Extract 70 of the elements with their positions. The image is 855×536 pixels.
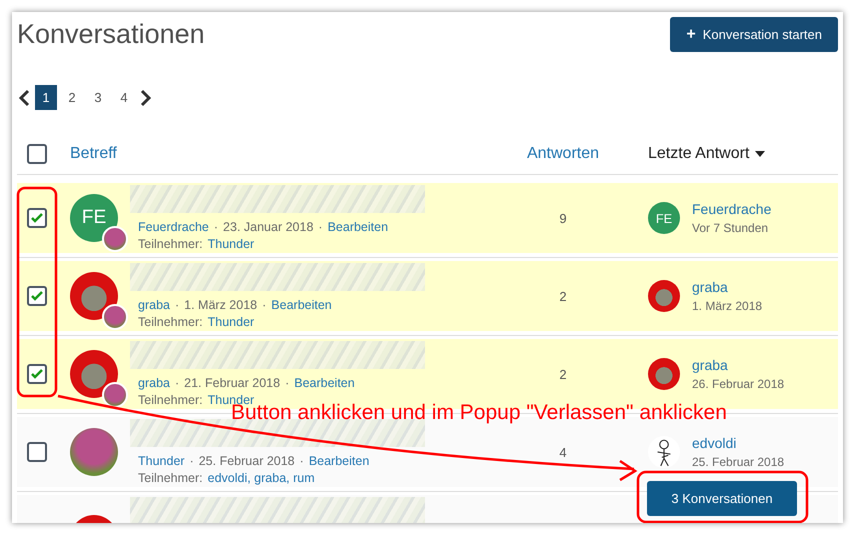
participants-link[interactable]: Thunder [208, 314, 254, 331]
last-reply-author[interactable]: graba [692, 357, 784, 373]
caret-icon [755, 151, 766, 157]
avatar: FE [648, 202, 680, 234]
participants-label: Teilnehmer: [138, 470, 203, 487]
post-date: 25. Februar 2018 [198, 453, 295, 470]
avatar-photo [648, 358, 680, 390]
column-header[interactable]: Antworten [526, 145, 600, 163]
page-title: Konversationen [17, 19, 205, 50]
reply-count: 2 [559, 288, 567, 304]
row-checkbox[interactable] [27, 364, 47, 384]
last-reply-author[interactable]: edvoldi [692, 435, 784, 451]
avatar-photo [648, 280, 680, 312]
participants-link[interactable]: edvoldi, graba, rum [208, 470, 315, 487]
checkmark-icon [31, 369, 43, 379]
separator: · [318, 219, 323, 236]
column-header[interactable]: Letzte Antwort [613, 145, 838, 163]
last-reply-time: 1. März 2018 [692, 299, 762, 313]
checkmark-icon [31, 213, 43, 223]
post-date: 23. Januar 2018 [223, 219, 314, 236]
page-link[interactable]: 4 [113, 85, 135, 110]
edit-link[interactable]: Bearbeiten [308, 453, 370, 470]
avatar-photo [70, 272, 118, 320]
avatar: FE [70, 194, 118, 242]
participants-label: Teilnehmer: [138, 314, 203, 331]
participants-label: Teilnehmer: [138, 236, 203, 253]
avatar-photo [70, 428, 118, 476]
post-date: 21. Februar 2018 [184, 375, 280, 392]
row-checkbox[interactable] [27, 208, 47, 228]
edit-link[interactable]: Bearbeiten [328, 219, 388, 236]
separator: · [190, 453, 194, 470]
separator: · [285, 375, 290, 392]
avatar-photo [70, 350, 118, 398]
last-reply-author[interactable]: graba [692, 279, 762, 295]
last-reply-time: Vor 7 Stunden [692, 221, 770, 235]
reply-count: 2 [559, 366, 567, 382]
reply-count: 9 [559, 210, 567, 226]
separator: · [300, 453, 304, 470]
page-link[interactable]: 2 [61, 85, 83, 110]
checkmark-icon [31, 291, 43, 301]
last-reply-author[interactable]: Feuerdrache [692, 201, 772, 217]
conversation-row[interactable]: graba · 1. März 2018 · Bearbeiten Teilnehmer: Thunder 2 graba 1. März 2018 [17, 261, 838, 331]
author-link[interactable]: Thunder [138, 453, 185, 470]
column-header[interactable]: Betreff [70, 145, 513, 163]
separator: · [174, 375, 180, 392]
edit-link[interactable]: Bearbeiten [271, 297, 332, 314]
separator: · [214, 219, 218, 236]
start-conversation-button[interactable]: + Konversation starten [670, 17, 838, 52]
chevron-right-icon[interactable] [139, 88, 153, 106]
conversation-row[interactable]: FE Feuerdrache · 23. Januar 2018 · Bearbeiten Teilnehmer: Thunder 9 FE Feuerdrache Vor 7 Stunden [17, 183, 838, 253]
reply-count: 4 [559, 444, 567, 460]
separator: · [174, 297, 180, 314]
post-date: 1. März 2018 [184, 297, 258, 314]
row-checkbox[interactable] [27, 286, 47, 306]
chevron-left-icon[interactable] [17, 88, 31, 106]
author-link[interactable]: graba [138, 297, 170, 314]
author-link[interactable]: graba [138, 375, 170, 392]
select-all-checkbox[interactable] [27, 144, 47, 164]
avatar-drawing [648, 436, 680, 468]
row-checkbox[interactable] [27, 442, 47, 462]
last-reply-time: 25. Februar 2018 [692, 455, 784, 469]
selected-conversations-button[interactable]: 3 Konversationen [647, 481, 797, 516]
participants-link[interactable]: Thunder [208, 236, 254, 253]
separator: · [262, 297, 266, 314]
page-link[interactable]: 1 [35, 85, 57, 110]
edit-link[interactable]: Bearbeiten [294, 375, 355, 392]
page-link[interactable]: 3 [87, 85, 109, 110]
participants-label: Teilnehmer: [138, 392, 203, 409]
last-reply-time: 26. Februar 2018 [692, 377, 784, 391]
author-link[interactable]: Feuerdrache [138, 219, 209, 236]
